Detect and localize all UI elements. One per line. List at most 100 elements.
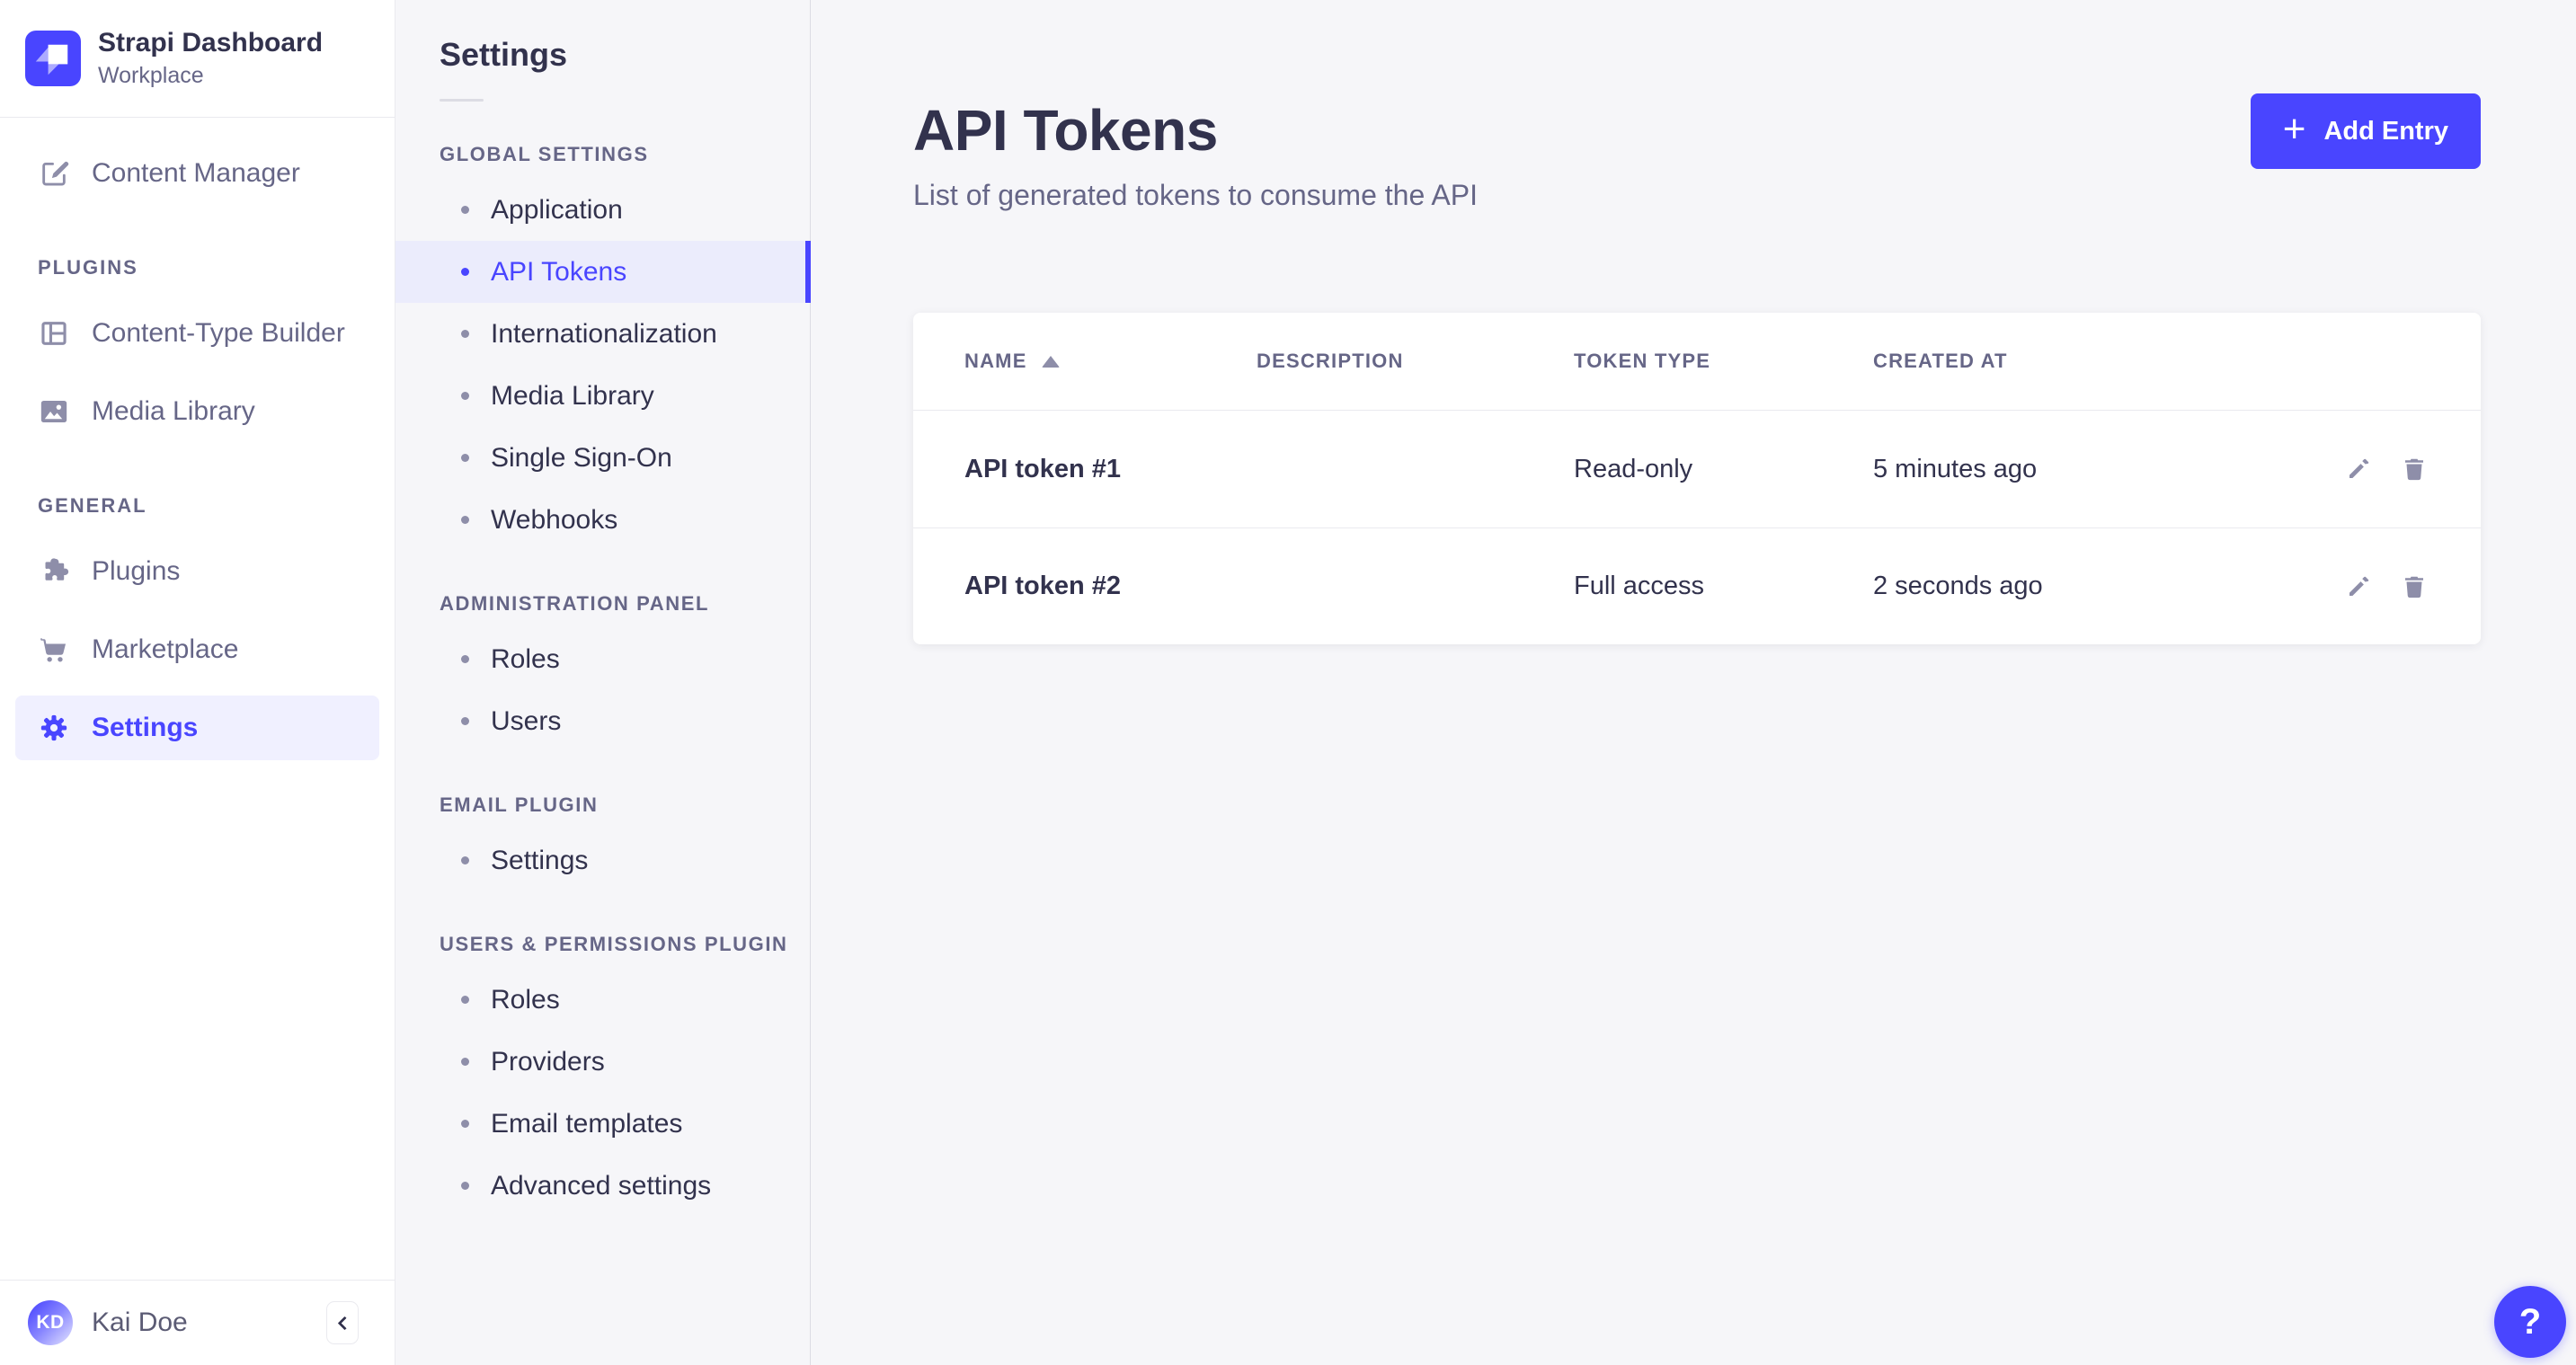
main-nav-menu: Content Manager PLUGINS Content-Type Bui… [0,118,395,760]
delete-token-button[interactable] [2399,454,2429,484]
sidebar-item-settings[interactable]: Settings [15,696,379,760]
token-created-at: 2 seconds ago [1873,572,2277,601]
layout-grid-icon [38,317,70,350]
tokens-table-card: NAME DESCRIPTION TOKEN TYPE CREATED AT A… [913,313,2481,644]
app-root: Strapi Dashboard Workplace Content Manag… [0,0,2576,1365]
plus-icon: + [2283,110,2306,149]
table-header-row: NAME DESCRIPTION TOKEN TYPE CREATED AT [913,313,2481,411]
pencil-icon [2345,456,2372,483]
bullet-icon [461,206,469,214]
subnav-section-email-plugin: EMAIL PLUGIN Settings [395,793,810,891]
settings-item-internationalization[interactable]: Internationalization [395,303,810,365]
subnav-section-label: ADMINISTRATION PANEL [440,592,810,616]
bullet-icon [461,268,469,276]
strapi-logo-icon [25,31,81,86]
bullet-icon [461,330,469,338]
settings-item-application[interactable]: Application [395,179,810,241]
pencil-icon [2345,573,2372,600]
subnav-divider [440,99,484,102]
add-entry-button[interactable]: + Add Entry [2251,93,2481,169]
settings-item-media-library[interactable]: Media Library [395,365,810,427]
sidebar-footer: KD Kai Doe [0,1280,395,1365]
table-row[interactable]: API token #1 Read-only 5 minutes ago [913,411,2481,527]
trash-icon [2401,456,2428,483]
token-type: Full access [1574,572,1873,601]
brand-subtitle: Workplace [98,63,323,89]
image-icon [38,395,70,428]
sidebar-item-marketplace[interactable]: Marketplace [15,617,379,682]
help-button[interactable]: ? [2494,1286,2566,1358]
column-header-name[interactable]: NAME [964,350,1257,373]
nav-item-label: Marketplace [92,634,238,665]
bullet-icon [461,1120,469,1128]
sidebar-item-media-library[interactable]: Media Library [15,379,379,444]
nav-item-label: Plugins [92,556,180,587]
main-content: API Tokens List of generated tokens to c… [811,0,2576,1365]
bullet-icon [461,392,469,400]
settings-item-up-advanced-settings[interactable]: Advanced settings [395,1155,810,1217]
subnav-section-global-settings: GLOBAL SETTINGS Application API Tokens I… [395,143,810,551]
cart-icon [38,634,70,666]
avatar: KD [28,1300,73,1345]
settings-item-up-providers[interactable]: Providers [395,1031,810,1093]
gear-icon [38,712,70,744]
nav-item-label: Content-Type Builder [92,318,345,349]
trash-icon [2401,573,2428,600]
brand-title: Strapi Dashboard [98,28,323,59]
subnav-section-label: GLOBAL SETTINGS [440,143,810,166]
settings-item-webhooks[interactable]: Webhooks [395,489,810,551]
subnav-title: Settings [440,36,810,74]
page-title: API Tokens [913,99,2481,162]
add-entry-label: Add Entry [2323,117,2448,146]
table-row[interactable]: API token #2 Full access 2 seconds ago [913,527,2481,644]
sort-ascending-icon [1042,356,1060,368]
nav-section-general: GENERAL [38,494,379,518]
bullet-icon [461,856,469,864]
subnav-section-administration-panel: ADMINISTRATION PANEL Roles Users [395,592,810,752]
bullet-icon [461,1182,469,1190]
bullet-icon [461,655,469,663]
chevron-left-icon [337,1316,351,1330]
nav-section-plugins: PLUGINS [38,256,379,279]
bullet-icon [461,1058,469,1066]
page-header: API Tokens List of generated tokens to c… [811,0,2576,212]
edit-token-button[interactable] [2343,572,2374,602]
row-actions [2277,454,2429,484]
page-subtitle: List of generated tokens to consume the … [913,178,2481,212]
settings-item-api-tokens[interactable]: API Tokens [395,241,810,303]
bullet-icon [461,996,469,1004]
user-menu[interactable]: KD Kai Doe [28,1300,188,1345]
main-sidebar: Strapi Dashboard Workplace Content Manag… [0,0,395,1365]
column-header-description: DESCRIPTION [1257,350,1574,373]
token-created-at: 5 minutes ago [1873,455,2277,484]
sidebar-item-plugins[interactable]: Plugins [15,539,379,604]
row-actions [2277,572,2429,602]
settings-item-single-sign-on[interactable]: Single Sign-On [395,427,810,489]
settings-item-up-roles[interactable]: Roles [395,969,810,1031]
bullet-icon [461,454,469,462]
sidebar-item-content-type-builder[interactable]: Content-Type Builder [15,301,379,366]
nav-item-label: Settings [92,713,198,743]
settings-item-up-email-templates[interactable]: Email templates [395,1093,810,1155]
settings-item-admin-roles[interactable]: Roles [395,628,810,690]
nav-item-label: Media Library [92,396,255,427]
subnav-section-label: EMAIL PLUGIN [440,793,810,817]
nav-item-label: Content Manager [92,158,300,189]
subnav-section-label: USERS & PERMISSIONS PLUGIN [440,933,810,956]
bullet-icon [461,516,469,524]
token-type: Read-only [1574,455,1873,484]
question-mark-icon: ? [2519,1302,2541,1343]
sidebar-item-content-manager[interactable]: Content Manager [15,141,379,206]
collapse-sidebar-button[interactable] [326,1301,359,1344]
column-header-created-at: CREATED AT [1873,350,2277,373]
user-name: Kai Doe [92,1307,188,1338]
edit-box-icon [38,157,70,190]
brand: Strapi Dashboard Workplace [0,0,395,118]
settings-item-email-settings[interactable]: Settings [395,829,810,891]
bullet-icon [461,717,469,725]
delete-token-button[interactable] [2399,572,2429,602]
settings-item-admin-users[interactable]: Users [395,690,810,752]
token-name: API token #1 [964,455,1257,484]
edit-token-button[interactable] [2343,454,2374,484]
column-header-token-type: TOKEN TYPE [1574,350,1873,373]
